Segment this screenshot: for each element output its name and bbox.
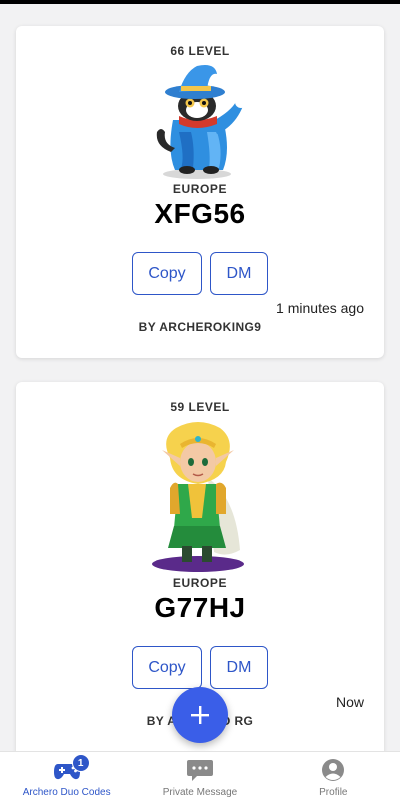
notification-badge: 1 [71,754,90,772]
author-label: BY ARCHEROKING9 [138,320,262,334]
level-label: 66 LEVEL [170,44,230,58]
nav-label: Archero Duo Codes [22,787,111,798]
region-label: EUROPE [172,182,228,196]
region-label: EUROPE [172,576,228,590]
copy-button[interactable]: Copy [132,646,202,689]
nav-label: Profile [319,787,348,798]
gamepad-icon: 1 [52,754,90,782]
chat-icon [185,758,215,782]
duo-code: G77HJ [154,592,246,623]
nav-label: Private Message [162,787,238,798]
profile-icon [318,758,348,782]
status-bar [0,0,400,4]
elf-princess-avatar [152,422,244,572]
nav-item-archero-duo-codes[interactable]: 1 Archero Duo Codes [0,752,133,800]
level-label: 59 LEVEL [170,400,230,414]
dm-button[interactable]: DM [210,646,268,689]
copy-button[interactable]: Copy [132,252,202,295]
add-code-button[interactable] [172,687,228,743]
dm-button[interactable]: DM [210,252,268,295]
duo-code: XFG56 [154,198,246,229]
nav-item-profile[interactable]: Profile [267,752,400,800]
post-time: Now [335,694,364,710]
wizard-cat-avatar [156,65,247,179]
plus-icon [191,706,209,724]
code-card: 66 LEVEL EUROPE XFG56 Copy DM 1 minutes … [16,26,384,358]
post-time: 1 minutes ago [276,300,364,316]
nav-item-private-message[interactable]: Private Message [133,752,266,800]
bottom-nav: 1 Archero Duo Codes Private Message Prof… [0,751,400,800]
